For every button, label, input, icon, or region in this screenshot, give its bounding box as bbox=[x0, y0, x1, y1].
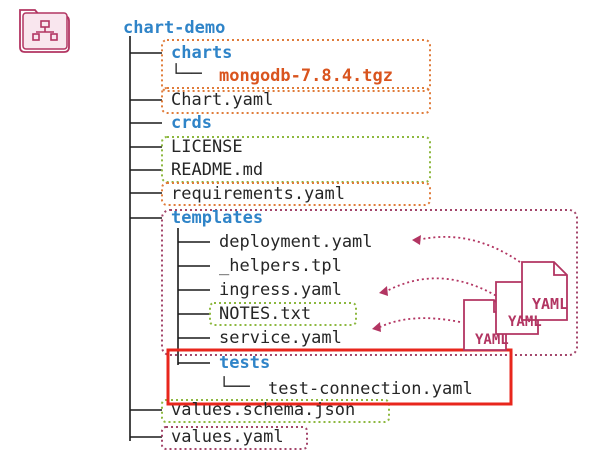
tests-folder: tests bbox=[219, 353, 271, 373]
deployment-file: deployment.yaml bbox=[219, 232, 373, 252]
mongodb-package: mongodb-7.8.4.tgz bbox=[219, 66, 393, 86]
chart-yaml-file: Chart.yaml bbox=[171, 90, 274, 110]
arrow-heads bbox=[372, 235, 421, 332]
license-file: LICENSE bbox=[171, 137, 243, 157]
yaml-label-front: YAML bbox=[532, 295, 569, 313]
values-schema-file: values.schema.json bbox=[171, 400, 356, 420]
charts-folder: charts bbox=[171, 43, 233, 63]
templates-folder: templates bbox=[171, 208, 264, 228]
requirements-file: requirements.yaml bbox=[171, 184, 345, 204]
tree-branch: └── bbox=[219, 377, 250, 397]
service-file: service.yaml bbox=[219, 328, 342, 348]
yaml-label-back: YAML bbox=[475, 332, 509, 348]
yaml-label-middle: YAML bbox=[508, 314, 542, 330]
chart-directory-diagram: YAML YAML YAML chart-demo charts └── mon… bbox=[0, 0, 613, 461]
crds-folder: crds bbox=[171, 113, 212, 133]
helpers-file: _helpers.tpl bbox=[219, 256, 342, 276]
tree-branch: └── bbox=[171, 64, 202, 84]
readme-file: README.md bbox=[171, 160, 264, 180]
root-folder-name: chart-demo bbox=[123, 18, 226, 38]
test-connection-file: test-connection.yaml bbox=[268, 379, 473, 399]
folder-tree-icon bbox=[19, 9, 70, 53]
ingress-file: ingress.yaml bbox=[219, 280, 342, 300]
notes-file: NOTES.txt bbox=[219, 304, 312, 324]
values-yaml-file: values.yaml bbox=[171, 427, 284, 447]
